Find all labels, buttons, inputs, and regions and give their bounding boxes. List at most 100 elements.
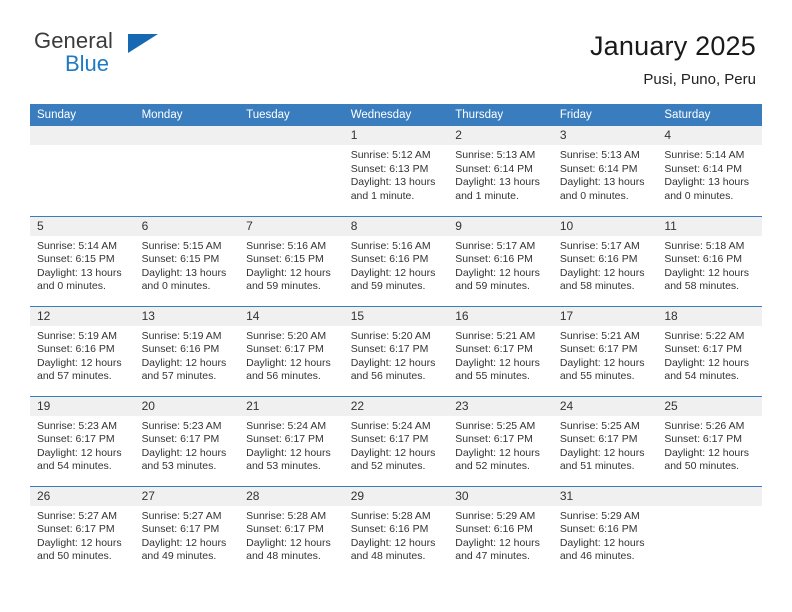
calendar-day-cell[interactable]: 14 Sunrise: 5:20 AM Sunset: 6:17 PM Dayligh… [239, 305, 344, 396]
day-number: 27 [134, 486, 240, 506]
sunrise-text: Sunrise: 5:29 AM [455, 509, 536, 522]
day-details: Sunrise: 5:16 AM Sunset: 6:15 PM Daylight:… [239, 236, 344, 294]
sunset-text: Sunset: 6:16 PM [141, 343, 220, 356]
calendar-day-cell[interactable]: 18 Sunrise: 5:22 AM Sunset: 6:17 PM Dayligh… [657, 305, 762, 396]
calendar-day-cell[interactable]: 10 Sunrise: 5:17 AM Sunset: 6:16 PM Dayligh… [552, 215, 658, 306]
daylight-text: Daylight: 12 hours and 59 minutes. [246, 266, 331, 293]
day-number: 31 [552, 486, 658, 506]
day-number: 23 [448, 396, 553, 416]
calendar-day-cell[interactable]: 27 Sunrise: 5:27 AM Sunset: 6:17 PM Dayligh… [134, 485, 240, 576]
day-details: Sunrise: 5:25 AM Sunset: 6:17 PM Daylight:… [448, 416, 553, 474]
page-subtitle-location: Pusi, Puno, Peru [643, 71, 756, 88]
calendar-day-cell[interactable]: 6 Sunrise: 5:15 AM Sunset: 6:15 PM Daylight… [134, 215, 240, 306]
calendar-day-cell[interactable]: 11 Sunrise: 5:18 AM Sunset: 6:16 PM Dayligh… [657, 215, 762, 306]
sunrise-text: Sunrise: 5:19 AM [37, 329, 117, 342]
day-details: Sunrise: 5:28 AM Sunset: 6:16 PM Daylight:… [344, 506, 449, 564]
day-number: 1 [343, 126, 449, 145]
calendar-day-cell[interactable]: 5 Sunrise: 5:14 AM Sunset: 6:15 PM Daylight… [30, 215, 135, 306]
sunset-text: Sunset: 6:14 PM [664, 162, 743, 175]
calendar-table: Sunday Monday Tuesday Wednesday Thursday Frid… [30, 104, 762, 576]
calendar-day-cell[interactable]: 1 Sunrise: 5:12 AM Sunset: 6:13 PM Daylight… [343, 126, 449, 216]
calendar-day-cell[interactable]: 23 Sunrise: 5:25 AM Sunset: 6:17 PM Dayligh… [448, 395, 553, 486]
daylight-text: Daylight: 12 hours and 54 minutes. [37, 446, 122, 473]
sunrise-text: Sunrise: 5:16 AM [350, 239, 431, 252]
day-number: 26 [30, 486, 135, 506]
day-details: Sunrise: 5:14 AM Sunset: 6:14 PM Daylight:… [657, 145, 762, 203]
calendar-day-cell[interactable]: 22 Sunrise: 5:24 AM Sunset: 6:17 PM Dayligh… [343, 395, 449, 486]
weekday-header-friday: Friday [552, 104, 658, 126]
daylight-text: Daylight: 12 hours and 59 minutes. [350, 266, 436, 293]
sunrise-text: Sunrise: 5:26 AM [664, 419, 745, 432]
calendar-day-cell[interactable]: 21 Sunrise: 5:24 AM Sunset: 6:17 PM Dayligh… [239, 395, 344, 486]
daylight-text: Daylight: 12 hours and 56 minutes. [350, 356, 436, 383]
sunset-text: Sunset: 6:17 PM [37, 433, 115, 446]
calendar-day-cell[interactable]: 12 Sunrise: 5:19 AM Sunset: 6:16 PM Dayligh… [30, 305, 135, 396]
daylight-text: Daylight: 12 hours and 56 minutes. [246, 356, 331, 383]
sunrise-text: Sunrise: 5:15 AM [141, 239, 222, 252]
calendar-day-cell[interactable]: 17 Sunrise: 5:21 AM Sunset: 6:17 PM Dayligh… [552, 305, 658, 396]
calendar-day-cell[interactable]: 16 Sunrise: 5:21 AM Sunset: 6:17 PM Dayligh… [448, 305, 553, 396]
sunrise-text: Sunrise: 5:21 AM [455, 329, 536, 342]
sunset-text: Sunset: 6:17 PM [246, 343, 324, 356]
day-details: Sunrise: 5:17 AM Sunset: 6:16 PM Daylight:… [448, 236, 553, 294]
sunset-text: Sunset: 6:17 PM [350, 343, 429, 356]
daylight-text: Daylight: 12 hours and 50 minutes. [37, 536, 122, 563]
day-details: Sunrise: 5:13 AM Sunset: 6:14 PM Daylight:… [553, 145, 658, 203]
calendar-day-cell[interactable]: 9 Sunrise: 5:17 AM Sunset: 6:16 PM Daylight… [448, 215, 553, 306]
daylight-text: Daylight: 12 hours and 50 minutes. [664, 446, 750, 473]
calendar-day-cell[interactable]: 15 Sunrise: 5:20 AM Sunset: 6:17 PM Dayligh… [343, 305, 449, 396]
day-details: Sunrise: 5:23 AM Sunset: 6:17 PM Daylight:… [30, 416, 135, 474]
calendar-day-cell[interactable]: 29 Sunrise: 5:28 AM Sunset: 6:16 PM Dayligh… [343, 485, 449, 576]
day-number [134, 126, 240, 145]
calendar-day-cell[interactable]: 19 Sunrise: 5:23 AM Sunset: 6:17 PM Dayligh… [30, 395, 135, 486]
weekday-header-sunday: Sunday [30, 104, 135, 126]
calendar-day-cell[interactable]: 31 Sunrise: 5:29 AM Sunset: 6:16 PM Dayligh… [552, 485, 658, 576]
day-details: Sunrise: 5:14 AM Sunset: 6:15 PM Daylight:… [30, 236, 135, 294]
day-details: Sunrise: 5:16 AM Sunset: 6:16 PM Daylight:… [344, 236, 449, 294]
day-number: 14 [239, 306, 344, 326]
calendar-week-row: 19 Sunrise: 5:23 AM Sunset: 6:17 PM Dayligh… [30, 395, 762, 486]
sunrise-text: Sunrise: 5:28 AM [350, 509, 431, 522]
calendar-day-cell[interactable]: 20 Sunrise: 5:23 AM Sunset: 6:17 PM Dayligh… [134, 395, 240, 486]
sunset-text: Sunset: 6:17 PM [455, 343, 533, 356]
day-number: 25 [657, 396, 762, 416]
calendar-day-cell[interactable]: 24 Sunrise: 5:25 AM Sunset: 6:17 PM Dayligh… [552, 395, 658, 486]
calendar-day-cell[interactable]: 8 Sunrise: 5:16 AM Sunset: 6:16 PM Daylight… [343, 215, 449, 306]
page-header: General Blue January 2025 Pusi, Puno, Pe… [0, 28, 792, 98]
calendar-day-cell[interactable]: 7 Sunrise: 5:16 AM Sunset: 6:15 PM Daylight… [239, 215, 344, 306]
sunrise-text: Sunrise: 5:12 AM [350, 149, 431, 161]
day-number: 9 [448, 216, 553, 236]
calendar-day-cell[interactable]: 25 Sunrise: 5:26 AM Sunset: 6:17 PM Dayligh… [657, 395, 762, 486]
calendar-day-cell[interactable]: 4 Sunrise: 5:14 AM Sunset: 6:14 PM Daylight… [657, 126, 762, 216]
daylight-text: Daylight: 13 hours and 0 minutes. [664, 176, 750, 202]
calendar-day-cell[interactable]: 13 Sunrise: 5:19 AM Sunset: 6:16 PM Dayligh… [134, 305, 240, 396]
sunset-text: Sunset: 6:17 PM [559, 343, 638, 356]
day-details: Sunrise: 5:21 AM Sunset: 6:17 PM Daylight:… [448, 326, 553, 384]
day-number: 18 [657, 306, 762, 326]
sunrise-text: Sunrise: 5:23 AM [37, 419, 117, 432]
calendar-day-cell[interactable]: 2 Sunrise: 5:13 AM Sunset: 6:14 PM Daylight… [448, 126, 553, 216]
calendar-week-row: 1 Sunrise: 5:12 AM Sunset: 6:13 PM Daylight… [30, 126, 762, 216]
calendar-day-cell-empty [134, 126, 240, 216]
day-details: Sunrise: 5:15 AM Sunset: 6:15 PM Daylight:… [135, 236, 240, 294]
sunrise-text: Sunrise: 5:23 AM [141, 419, 222, 432]
sunset-text: Sunset: 6:17 PM [664, 433, 743, 446]
calendar-day-cell[interactable]: 30 Sunrise: 5:29 AM Sunset: 6:16 PM Dayligh… [448, 485, 553, 576]
day-number [657, 486, 762, 506]
sunrise-text: Sunrise: 5:28 AM [246, 509, 327, 522]
daylight-text: Daylight: 12 hours and 59 minutes. [455, 266, 540, 293]
daylight-text: Daylight: 13 hours and 0 minutes. [37, 266, 122, 293]
day-number: 15 [343, 306, 449, 326]
weekday-header-wednesday: Wednesday [343, 104, 449, 126]
day-number: 8 [343, 216, 449, 236]
calendar-day-cell[interactable]: 26 Sunrise: 5:27 AM Sunset: 6:17 PM Dayligh… [30, 485, 135, 576]
sunset-text: Sunset: 6:16 PM [559, 253, 638, 266]
day-number [239, 126, 344, 145]
calendar-day-cell-empty [657, 485, 762, 576]
daylight-text: Daylight: 12 hours and 58 minutes. [559, 266, 645, 293]
daylight-text: Daylight: 12 hours and 55 minutes. [559, 356, 645, 383]
calendar-day-cell[interactable]: 3 Sunrise: 5:13 AM Sunset: 6:14 PM Daylight… [552, 126, 658, 216]
day-number: 16 [448, 306, 553, 326]
calendar-day-cell[interactable]: 28 Sunrise: 5:28 AM Sunset: 6:17 PM Dayligh… [239, 485, 344, 576]
logo-word-blue: Blue [65, 51, 110, 76]
